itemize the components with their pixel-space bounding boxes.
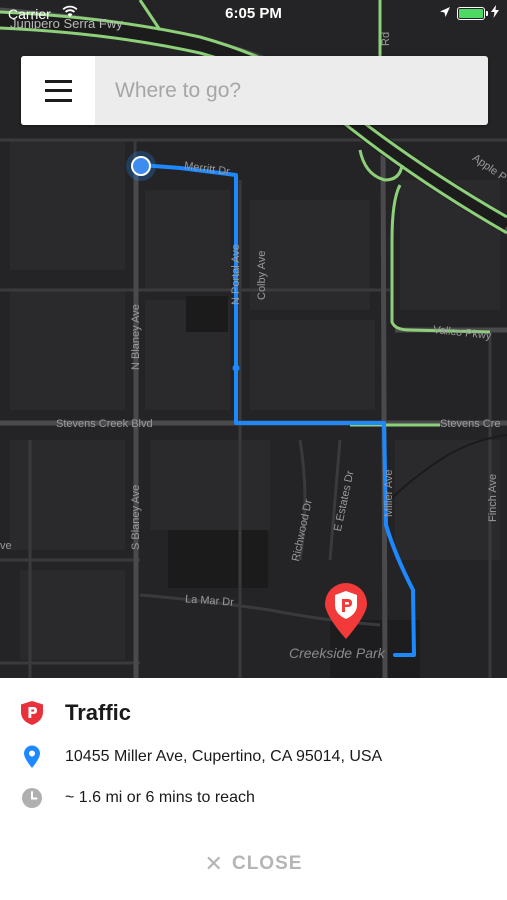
parking-pin-icon[interactable] <box>322 582 370 640</box>
street-label: N Blaney Ave <box>130 304 142 370</box>
eta-text: ~ 1.6 mi or 6 mins to reach <box>65 789 255 806</box>
street-label: Colby Ave <box>256 250 268 300</box>
close-label: CLOSE <box>231 853 303 874</box>
clock-icon <box>20 786 44 810</box>
location-arrow-icon <box>439 5 451 21</box>
street-label: Finch Ave <box>487 473 499 522</box>
menu-button[interactable] <box>21 56 95 125</box>
battery-icon <box>457 6 488 20</box>
eta-row: ~ 1.6 mi or 6 mins to reach <box>0 785 507 811</box>
street-label: Stevens Creek Blvd <box>56 418 153 430</box>
location-pin-icon <box>20 745 44 769</box>
address-row: 10455 Miller Ave, Cupertino, CA 95014, U… <box>0 744 507 770</box>
status-bar: Carrier 6:05 PM <box>0 0 507 28</box>
destination-search-input[interactable] <box>95 56 488 125</box>
street-label: Miller Ave <box>383 469 395 517</box>
search-bar <box>21 56 488 125</box>
charging-bolt-icon <box>491 5 499 21</box>
parking-shield-icon <box>20 701 44 725</box>
street-label: ve <box>0 540 12 552</box>
park-label: Creekside Park <box>289 645 385 661</box>
close-icon: ✕ <box>204 851 224 876</box>
destination-details-panel: Traffic 10455 Miller Ave, Cupertino, CA … <box>0 678 507 900</box>
hamburger-menu-icon <box>44 79 72 102</box>
street-label: S Blaney Ave <box>130 484 142 550</box>
close-button[interactable]: ✕ CLOSE <box>0 850 507 878</box>
title-row: Traffic <box>0 698 507 728</box>
street-label: Rd <box>380 31 392 46</box>
destination-title: Traffic <box>65 700 132 725</box>
destination-address: 10455 Miller Ave, Cupertino, CA 95014, U… <box>65 748 383 765</box>
street-label: N Portal Ave <box>230 244 242 305</box>
status-time: 6:05 PM <box>225 5 282 22</box>
street-label: Stevens Cre <box>440 418 501 430</box>
